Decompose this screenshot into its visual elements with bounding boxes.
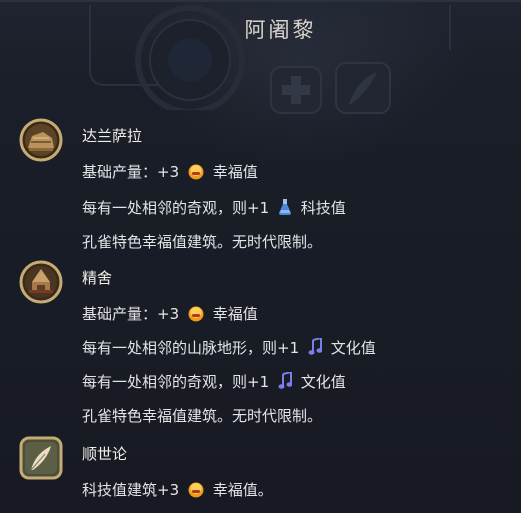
happiness-icon	[188, 482, 204, 498]
add-icon	[270, 66, 322, 114]
happiness-icon	[188, 306, 204, 322]
building-icon	[19, 118, 63, 162]
list-item[interactable]: 顺世论 科技值建筑+3 幸福值。	[0, 436, 521, 506]
description-line: 孔雀特色幸福值建筑。无时代限制。	[82, 407, 323, 425]
item-name: 精舍	[82, 269, 113, 287]
adjacency-line: 每有一处相邻的山脉地形，则+1 文化值	[82, 338, 376, 357]
adjacency-line: 每有一处相邻的奇观，则+1 文化值	[82, 372, 346, 391]
culture-icon	[308, 338, 322, 355]
yield-line: 基础产量：+3 幸福值	[82, 305, 258, 323]
yield-line: 基础产量：+3 幸福值	[82, 163, 258, 181]
page-title: 阿阇黎	[244, 18, 317, 42]
description-line: 孔雀特色幸福值建筑。无时代限制。	[82, 233, 323, 251]
adjacency-line: 每有一处相邻的奇观，则+1 科技值	[82, 199, 346, 217]
list-item[interactable]: 达兰萨拉 基础产量：+3 幸福值 每有一处相邻的奇观，则+1 科技值 孔雀特色幸…	[0, 118, 521, 258]
happiness-icon	[188, 164, 204, 180]
quill-faint-icon	[335, 62, 391, 114]
effect-line: 科技值建筑+3 幸福值。	[82, 481, 273, 499]
quill-icon	[19, 436, 63, 480]
culture-icon	[278, 372, 292, 389]
list-item[interactable]: 精舍 基础产量：+3 幸福值 每有一处相邻的山脉地形，则+1 文化值 每有一处相…	[0, 260, 521, 430]
item-name: 顺世论	[82, 445, 128, 463]
panel-header: 阿阇黎	[0, 0, 521, 115]
item-name: 达兰萨拉	[82, 127, 143, 145]
science-icon	[278, 199, 291, 215]
unlocks-panel: 阿阇黎 达兰萨拉 基础产量：+3 幸福值 每有一处相邻的奇观，则+1 科技值 孔…	[0, 0, 521, 513]
building-icon	[19, 260, 63, 304]
